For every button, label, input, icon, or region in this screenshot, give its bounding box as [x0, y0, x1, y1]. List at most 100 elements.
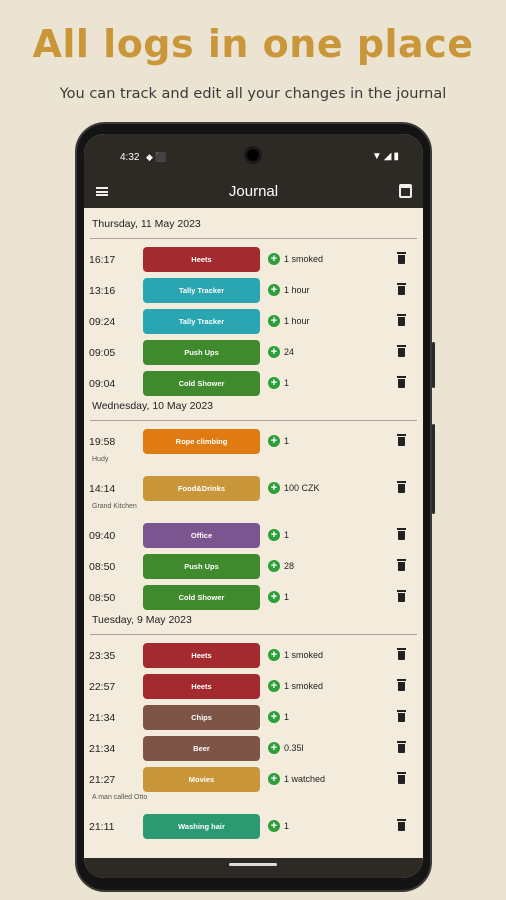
tracker-chip[interactable]: Chips [143, 705, 260, 730]
journal-entry[interactable]: 09:05 Push Ups +24 [84, 340, 423, 366]
gesture-nav-handle[interactable] [229, 863, 277, 866]
entry-time: 13:16 [89, 285, 116, 297]
trash-icon[interactable] [397, 481, 406, 493]
tracker-chip[interactable]: Heets [143, 643, 260, 668]
tracker-chip[interactable]: Tally Tracker [143, 278, 260, 303]
day-header: Thursday, 11 May 2023 [92, 218, 201, 230]
trash-icon[interactable] [397, 314, 406, 326]
trash-icon[interactable] [397, 819, 406, 831]
trash-icon[interactable] [397, 434, 406, 446]
trash-icon[interactable] [397, 528, 406, 540]
entry-note: A man called Otto [92, 794, 148, 801]
signal-battery-icons: ▼◢▮ [371, 151, 401, 162]
phone-side-button [432, 342, 435, 388]
entry-value: 1 hour [284, 285, 310, 295]
add-icon[interactable]: + [268, 284, 280, 296]
tracker-chip[interactable]: Office [143, 523, 260, 548]
add-icon[interactable]: + [268, 680, 280, 692]
add-icon[interactable]: + [268, 377, 280, 389]
tracker-chip[interactable]: Food&Drinks [143, 476, 260, 501]
add-icon[interactable]: + [268, 742, 280, 754]
entry-time: 16:17 [89, 254, 116, 266]
add-icon[interactable]: + [268, 649, 280, 661]
tracker-chip[interactable]: Beer [143, 736, 260, 761]
add-icon[interactable]: + [268, 253, 280, 265]
entry-note: Grand Kitchen [92, 503, 137, 510]
entry-time: 14:14 [89, 483, 116, 495]
phone-volume-button [432, 424, 435, 514]
day-separator [90, 420, 417, 421]
trash-icon[interactable] [397, 590, 406, 602]
add-icon[interactable]: + [268, 591, 280, 603]
trash-icon[interactable] [397, 559, 406, 571]
journal-entry[interactable]: 21:27 Movies +1 watched [84, 767, 423, 793]
add-icon[interactable]: + [268, 560, 280, 572]
add-icon[interactable]: + [268, 346, 280, 358]
journal-entry[interactable]: 13:16 Tally Tracker +1 hour [84, 278, 423, 304]
trash-icon[interactable] [397, 648, 406, 660]
entry-time: 19:58 [89, 436, 116, 448]
add-icon[interactable]: + [268, 820, 280, 832]
tracker-chip[interactable]: Heets [143, 247, 260, 272]
add-icon[interactable]: + [268, 435, 280, 447]
calendar-icon[interactable] [399, 184, 412, 198]
day-separator [90, 634, 417, 635]
tracker-chip[interactable]: Washing hair [143, 814, 260, 839]
trash-icon[interactable] [397, 252, 406, 264]
day-separator [90, 238, 417, 239]
tracker-chip[interactable]: Cold Shower [143, 371, 260, 396]
tracker-chip[interactable]: Heets [143, 674, 260, 699]
journal-entry[interactable]: 09:04 Cold Shower +1 [84, 371, 423, 397]
add-icon[interactable]: + [268, 482, 280, 494]
phone-screen: 4:32 ◆ ⬛ ▼◢▮ Journal Thursday, 11 May 20… [84, 134, 423, 878]
tracker-chip[interactable]: Movies [143, 767, 260, 792]
entry-time: 09:04 [89, 378, 116, 390]
entry-time: 21:11 [89, 821, 115, 833]
trash-icon[interactable] [397, 772, 406, 784]
journal-entry[interactable]: 21:34 Beer +0.35l [84, 736, 423, 762]
tracker-chip[interactable]: Push Ups [143, 554, 260, 579]
entry-time: 09:05 [89, 347, 116, 359]
status-time: 4:32 [120, 152, 140, 163]
journal-entry[interactable]: 21:11 Washing hair +1 [84, 814, 423, 840]
entry-time: 21:27 [89, 774, 116, 786]
trash-icon[interactable] [397, 376, 406, 388]
journal-entry[interactable]: 19:58 Rope climbing +1 [84, 429, 423, 455]
subline: You can track and edit all your changes … [59, 86, 447, 102]
tracker-chip[interactable]: Rope climbing [143, 429, 260, 454]
tracker-chip[interactable]: Tally Tracker [143, 309, 260, 334]
entry-value: 1 smoked [284, 650, 324, 660]
entry-time: 21:34 [89, 743, 116, 755]
journal-entry[interactable]: 09:40 Office +1 [84, 523, 423, 549]
add-icon[interactable]: + [268, 315, 280, 327]
trash-icon[interactable] [397, 679, 406, 691]
entry-value: 100 CZK [284, 483, 320, 493]
page-title: Journal [228, 183, 279, 200]
headline: All logs in one place [32, 22, 474, 66]
tracker-chip[interactable]: Cold Shower [143, 585, 260, 610]
add-icon[interactable]: + [268, 711, 280, 723]
camera-icon [244, 146, 262, 164]
journal-entry[interactable]: 23:35 Heets +1 smoked [84, 643, 423, 669]
journal-entry[interactable]: 21:34 Chips +1 [84, 705, 423, 731]
journal-entry[interactable]: 09:24 Tally Tracker +1 hour [84, 309, 423, 335]
journal-entry[interactable]: 14:14 Food&Drinks +100 CZK [84, 476, 423, 502]
journal-entry[interactable]: 08:50 Push Ups +28 [84, 554, 423, 580]
journal-entry[interactable]: 16:17 Heets +1 smoked [84, 247, 423, 273]
trash-icon[interactable] [397, 345, 406, 357]
trash-icon[interactable] [397, 283, 406, 295]
entry-value: 1 smoked [284, 254, 324, 264]
entry-value: 1 [284, 436, 290, 446]
trash-icon[interactable] [397, 741, 406, 753]
status-bar: 4:32 ◆ ⬛ ▼◢▮ [84, 134, 423, 176]
tracker-chip[interactable]: Push Ups [143, 340, 260, 365]
journal-entry[interactable]: 08:50 Cold Shower +1 [84, 585, 423, 611]
entry-value: 1 hour [284, 316, 310, 326]
notification-icons: ◆ ⬛ [146, 152, 167, 162]
add-icon[interactable]: + [268, 529, 280, 541]
trash-icon[interactable] [397, 710, 406, 722]
entry-value: 1 [284, 712, 290, 722]
entry-time: 21:34 [89, 712, 116, 724]
journal-entry[interactable]: 22:57 Heets +1 smoked [84, 674, 423, 700]
add-icon[interactable]: + [268, 773, 280, 785]
